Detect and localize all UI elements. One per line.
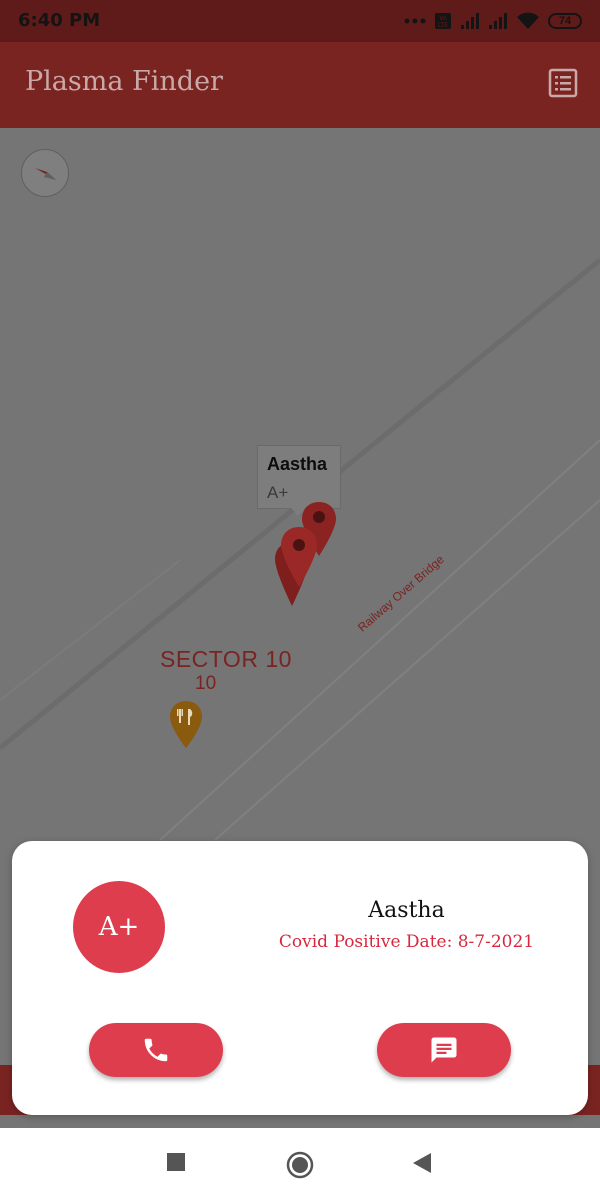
app-bar: Plasma Finder	[0, 42, 600, 128]
back-icon[interactable]	[412, 1152, 432, 1174]
donor-card: A+ Aastha Covid Positive Date: 8-7-2021	[12, 841, 588, 1115]
recents-icon[interactable]	[166, 1152, 186, 1172]
list-icon[interactable]	[548, 68, 578, 98]
info-window-name: Aastha	[267, 454, 328, 474]
map-label-sector-number: 10	[195, 673, 217, 694]
dots-icon	[404, 18, 426, 24]
map-marker[interactable]	[279, 525, 321, 591]
restaurant-icon[interactable]	[169, 700, 203, 750]
message-icon	[431, 1037, 457, 1063]
covid-positive-date: Covid Positive Date: 8-7-2021	[278, 932, 535, 952]
compass-icon	[35, 168, 56, 180]
svg-text:LTE: LTE	[438, 22, 448, 29]
blood-group-avatar: A+	[73, 881, 165, 973]
battery-level: 74	[558, 15, 572, 27]
status-time: 6:40 PM	[18, 10, 101, 31]
svg-text:Vo: Vo	[439, 15, 447, 22]
message-button[interactable]	[377, 1023, 511, 1077]
home-icon[interactable]	[285, 1150, 315, 1180]
signal-icon	[489, 13, 507, 29]
volte-icon: VoLTE	[435, 13, 451, 29]
battery-icon: 74	[548, 13, 582, 29]
info-window-blood-group: A+	[267, 483, 289, 502]
wifi-icon	[517, 12, 539, 29]
compass-button[interactable]	[21, 149, 69, 197]
map-label-sector: SECTOR 10	[160, 646, 292, 672]
donor-name: Aastha	[368, 898, 445, 923]
app-title: Plasma Finder	[25, 66, 223, 97]
signal-icon	[461, 13, 479, 29]
phone-icon	[144, 1038, 168, 1062]
system-nav-bar	[0, 1128, 600, 1200]
status-icons: Vo LTE 74	[404, 10, 582, 32]
call-button[interactable]	[89, 1023, 223, 1077]
status-bar: 6:40 PM Vo LTE 74	[0, 0, 600, 42]
